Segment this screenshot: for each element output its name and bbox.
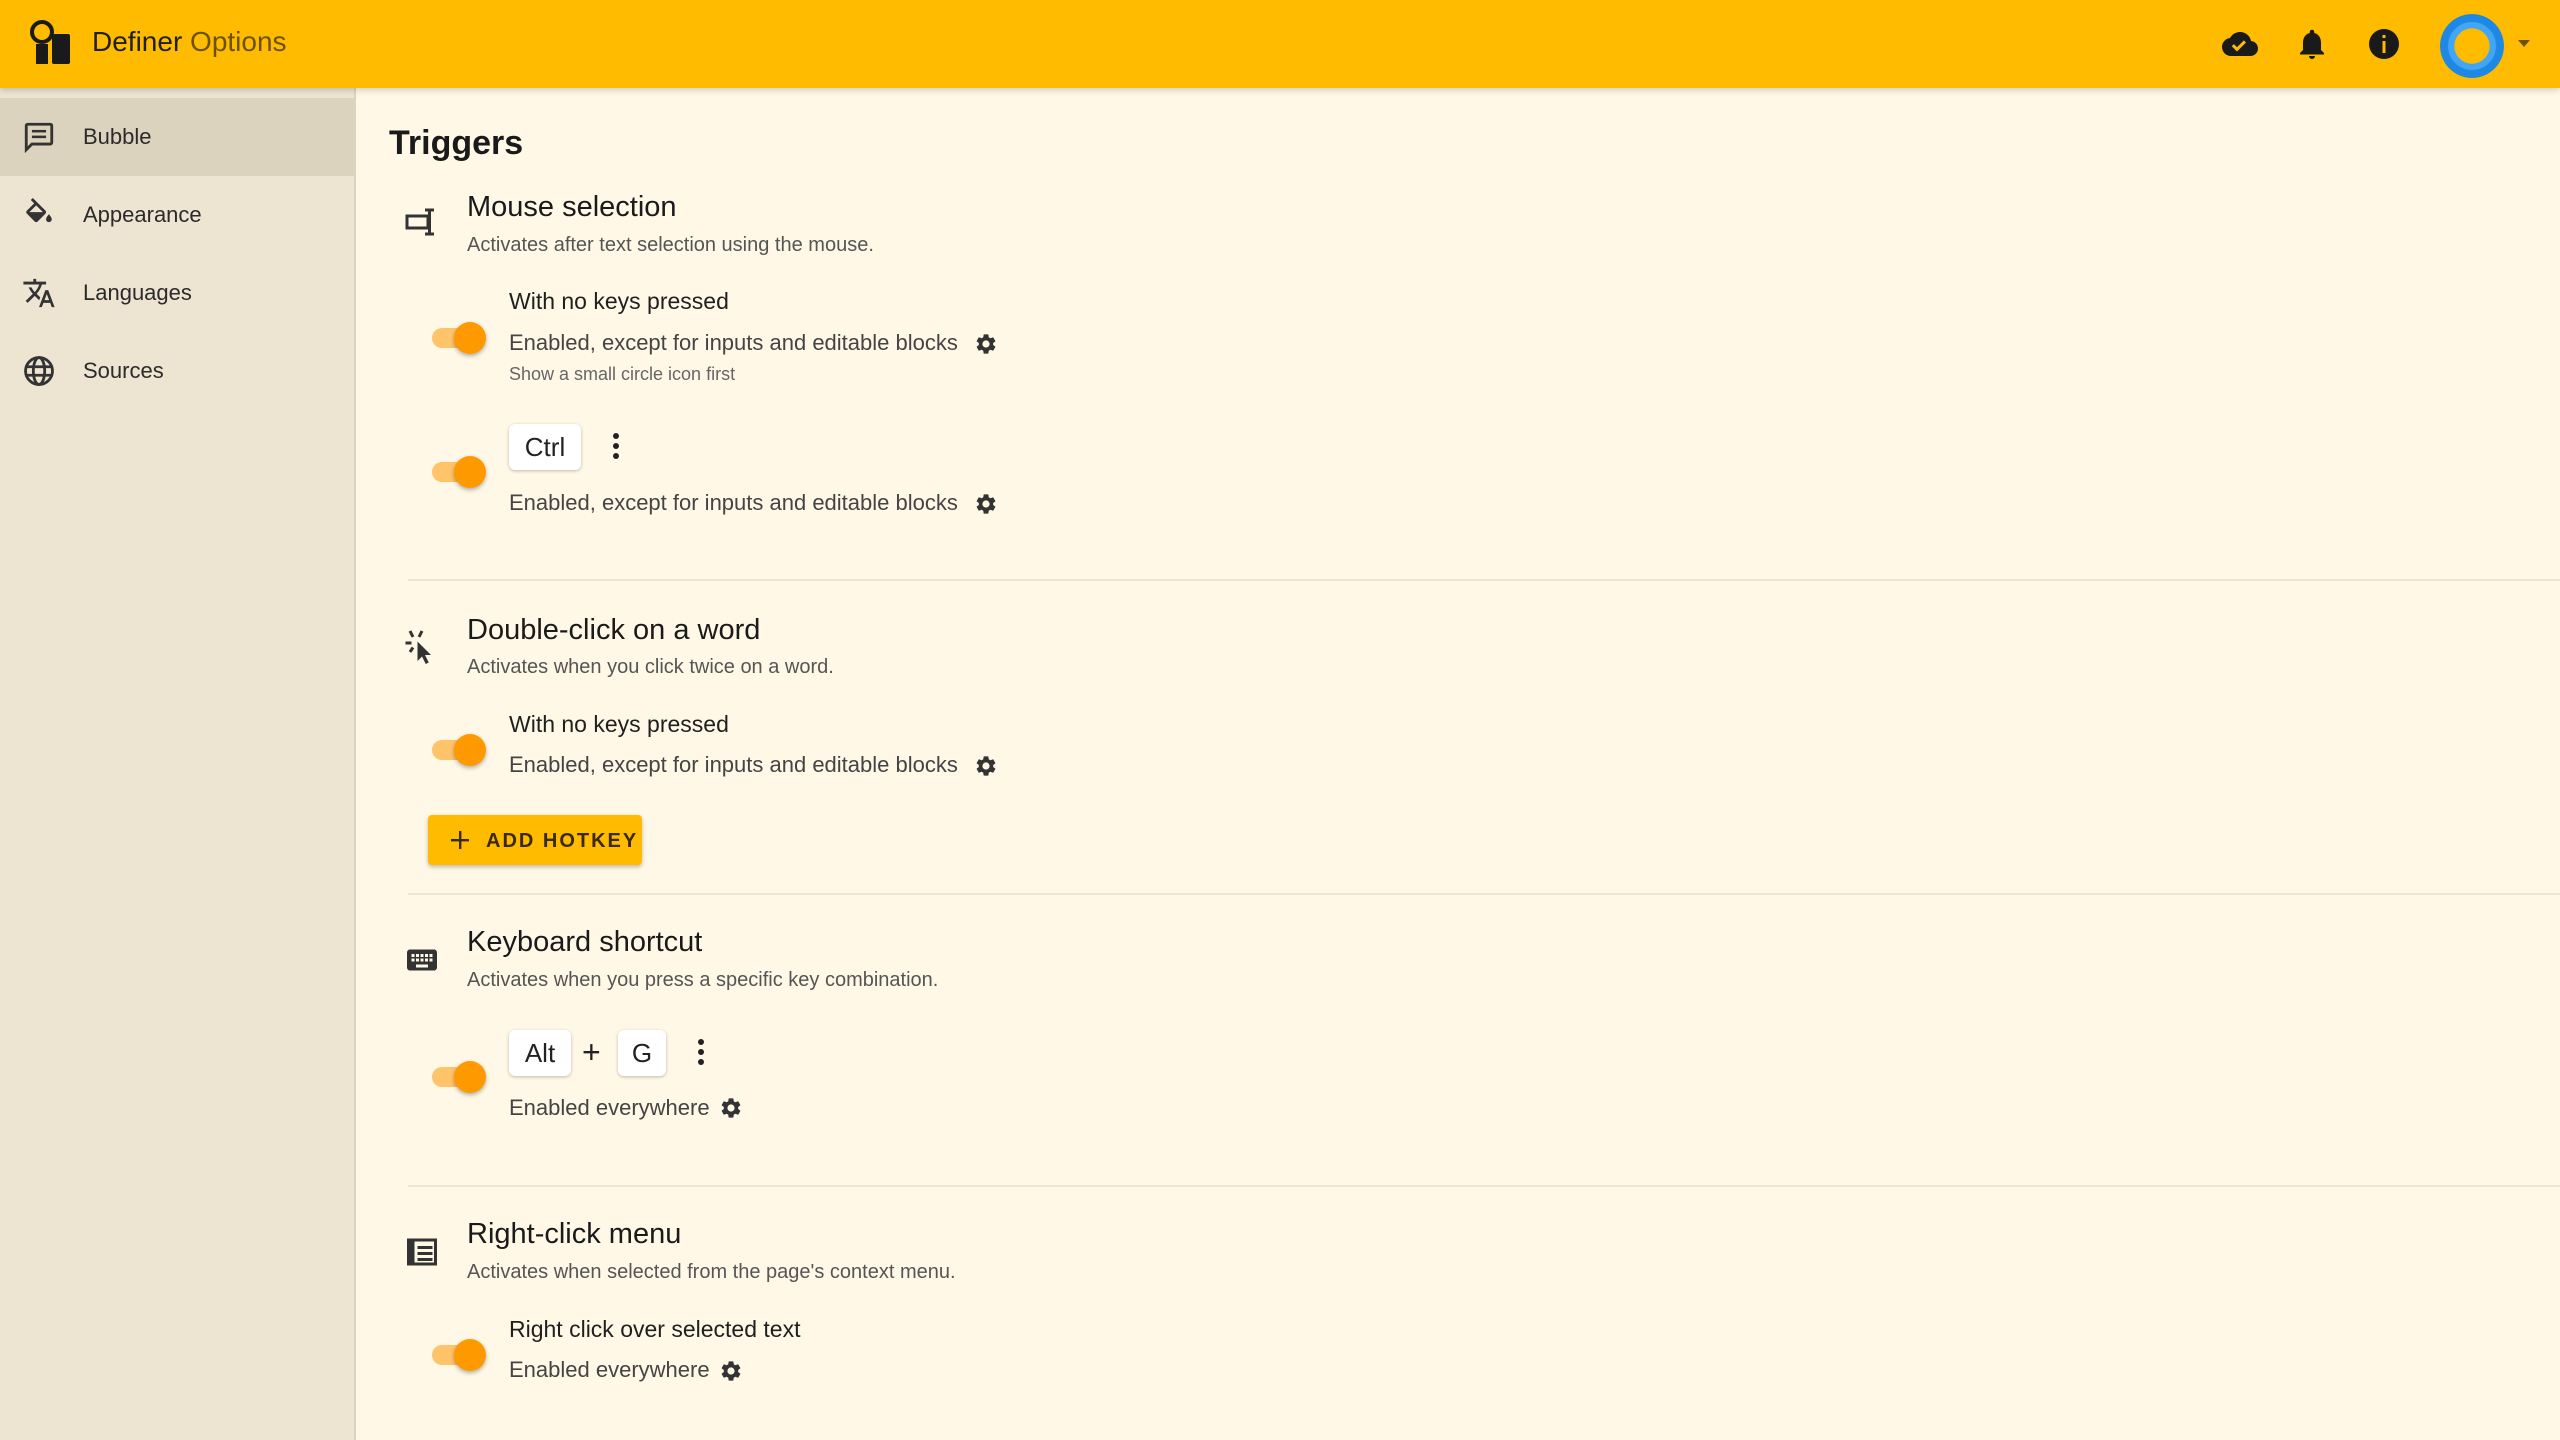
- toggle-right-click[interactable]: [428, 1333, 488, 1373]
- add-hotkey-button[interactable]: ADD HOTKEY: [428, 815, 642, 865]
- option-note: Show a small circle icon first: [509, 364, 736, 384]
- toggle-double-click-no-keys[interactable]: [428, 728, 488, 768]
- avatar[interactable]: [2440, 14, 2504, 78]
- toggle-mouse-ctrl[interactable]: [428, 450, 488, 490]
- app-title-suffix: Options: [190, 26, 287, 57]
- context-menu-icon: [407, 1238, 437, 1266]
- gear-icon[interactable]: [974, 492, 998, 516]
- app-title: Definer Options: [92, 26, 287, 58]
- section-divider: [408, 579, 2560, 581]
- section-divider: [408, 893, 2560, 895]
- gear-icon[interactable]: [719, 1359, 743, 1383]
- bell-icon[interactable]: [2294, 26, 2330, 62]
- section-title-right-click: Right-click menu: [467, 1218, 682, 1250]
- gear-icon[interactable]: [974, 332, 998, 356]
- plus-icon: [451, 831, 469, 849]
- section-title-mouse-selection: Mouse selection: [467, 191, 677, 223]
- chevron-down-icon[interactable]: [2516, 38, 2532, 50]
- gear-icon[interactable]: [974, 754, 998, 778]
- toggle-keyboard-alt-g[interactable]: [428, 1055, 488, 1095]
- translate-icon: [23, 278, 55, 308]
- section-description: Activates after text selection using the…: [467, 234, 874, 256]
- gear-icon[interactable]: [719, 1096, 743, 1120]
- option-title: With no keys pressed: [509, 288, 729, 314]
- sidebar-item-languages[interactable]: Languages: [0, 254, 354, 332]
- key-separator: +: [582, 1034, 601, 1070]
- app-header: Definer Options: [0, 0, 2560, 88]
- cloud-done-icon[interactable]: [2222, 26, 2258, 62]
- globe-icon: [24, 356, 54, 386]
- option-subtitle: Enabled, except for inputs and editable …: [509, 752, 958, 777]
- toggle-mouse-no-keys[interactable]: [428, 316, 488, 356]
- section-description: Activates when you click twice on a word…: [467, 656, 834, 678]
- app-title-text: Definer: [92, 26, 183, 57]
- option-subtitle: Enabled, except for inputs and editable …: [509, 490, 958, 515]
- keycap-alt: Alt: [509, 1030, 571, 1076]
- sidebar: Bubble Appearance Languages Sources: [0, 88, 356, 1440]
- option-title: With no keys pressed: [509, 711, 729, 737]
- sidebar-item-label: Languages: [83, 280, 192, 305]
- keycap-ctrl: Ctrl: [509, 424, 581, 470]
- section-title-keyboard-shortcut: Keyboard shortcut: [467, 926, 703, 958]
- sidebar-item-label: Appearance: [83, 202, 202, 227]
- more-vert-icon[interactable]: [692, 1034, 710, 1070]
- chat-bubble-icon: [24, 122, 54, 154]
- page-title: Triggers: [389, 124, 524, 162]
- sidebar-item-sources[interactable]: Sources: [0, 332, 354, 410]
- text-select-icon: [405, 208, 434, 236]
- section-description: Activates when selected from the page's …: [467, 1261, 956, 1283]
- section-divider: [408, 1185, 2560, 1187]
- definer-logo: [30, 20, 70, 64]
- option-subtitle: Enabled, except for inputs and editable …: [509, 330, 958, 355]
- sidebar-item-label: Bubble: [83, 124, 152, 149]
- sidebar-item-appearance[interactable]: Appearance: [0, 176, 354, 254]
- option-subtitle: Enabled everywhere: [509, 1095, 710, 1120]
- double-click-icon: [405, 630, 431, 664]
- add-hotkey-label: ADD HOTKEY: [486, 830, 639, 852]
- paint-bucket-icon: [26, 198, 52, 223]
- section-title-double-click: Double-click on a word: [467, 614, 761, 646]
- keycap-g: G: [618, 1030, 666, 1076]
- sidebar-item-bubble[interactable]: Bubble: [0, 98, 354, 176]
- option-subtitle: Enabled everywhere: [509, 1357, 710, 1382]
- section-description: Activates when you press a specific key …: [467, 969, 939, 991]
- info-icon[interactable]: [2366, 26, 2402, 62]
- option-title: Right click over selected text: [509, 1316, 801, 1342]
- keyboard-icon: [407, 949, 437, 971]
- sidebar-item-label: Sources: [83, 358, 164, 383]
- more-vert-icon[interactable]: [607, 428, 625, 464]
